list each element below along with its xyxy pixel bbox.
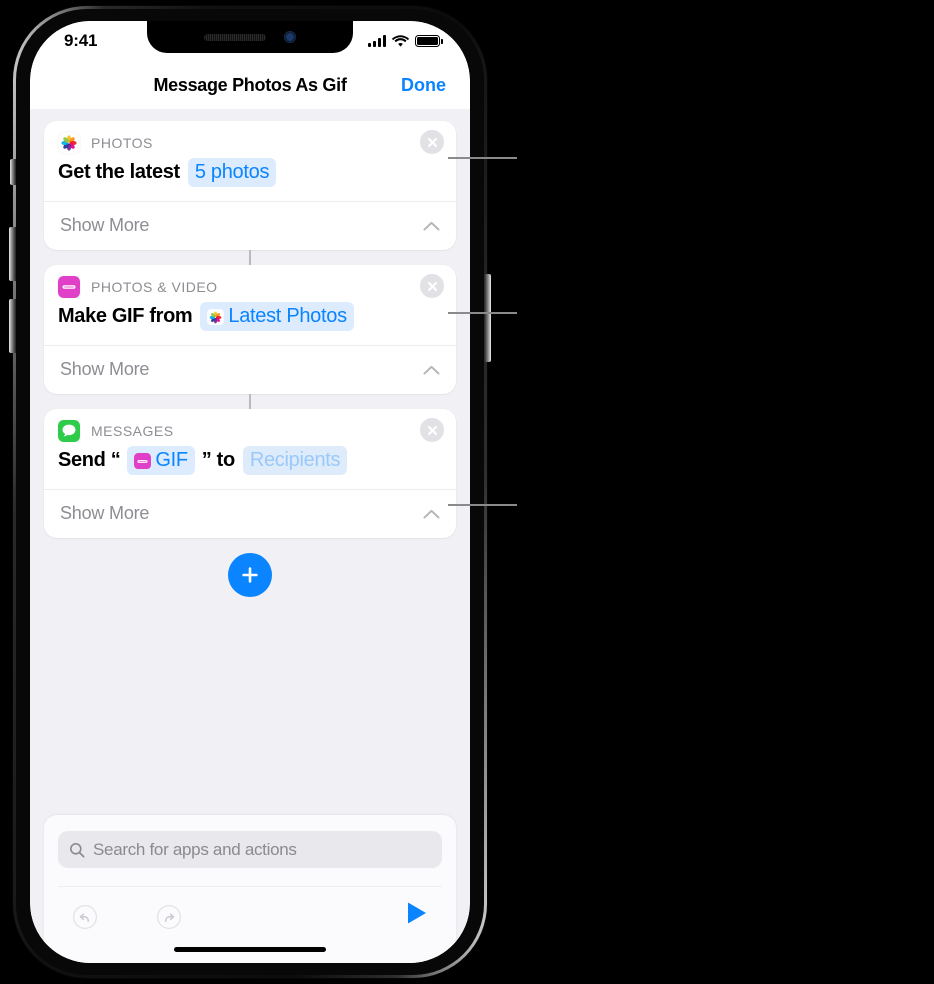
card-header: PHOTOS bbox=[44, 121, 456, 156]
parameter-label: Recipients bbox=[249, 449, 341, 471]
add-action-row bbox=[44, 553, 456, 597]
chevron-up-icon bbox=[423, 509, 440, 518]
action-category-label: MESSAGES bbox=[91, 423, 174, 439]
close-circle-icon[interactable] bbox=[420, 274, 444, 298]
redo-icon bbox=[156, 904, 182, 930]
statement-text: Make GIF from bbox=[58, 305, 193, 327]
photos-app-icon bbox=[58, 132, 80, 154]
close-circle-icon[interactable] bbox=[420, 418, 444, 442]
screenshot-stage: 9:41 Message Photos As Gif Done PHOTOS G… bbox=[0, 0, 934, 984]
action-statement: Get the latest 5 photos bbox=[44, 156, 456, 201]
parameter-pill-photo-count[interactable]: 5 photos bbox=[187, 158, 277, 187]
action-category-label: PHOTOS bbox=[91, 135, 153, 151]
parameter-label: 5 photos bbox=[194, 161, 270, 183]
wifi-icon bbox=[392, 34, 409, 47]
side-power-button[interactable] bbox=[484, 274, 491, 362]
front-camera-icon bbox=[284, 31, 296, 43]
volume-down-button[interactable] bbox=[9, 299, 16, 353]
parameter-label: Latest Photos bbox=[228, 305, 347, 327]
redo-button[interactable] bbox=[156, 904, 182, 935]
status-bar-time: 9:41 bbox=[64, 31, 98, 50]
card-connector-line bbox=[249, 250, 251, 265]
card-header: PHOTOS & VIDEO bbox=[44, 265, 456, 300]
shortcut-editor-content: PHOTOS Get the latest 5 photos Show More… bbox=[30, 109, 470, 963]
statement-text: Send “ bbox=[58, 449, 121, 471]
messages-app-icon bbox=[58, 420, 80, 442]
callout-line-messages bbox=[448, 504, 517, 506]
run-shortcut-button[interactable] bbox=[406, 901, 428, 930]
photos-video-app-icon bbox=[134, 452, 152, 469]
chevron-up-icon bbox=[423, 365, 440, 374]
callout-line-photos bbox=[448, 157, 517, 159]
callout-line-photos-video bbox=[448, 312, 517, 314]
home-indicator bbox=[174, 946, 326, 952]
action-card-photos-video[interactable]: PHOTOS & VIDEO Make GIF from Latest Phot… bbox=[44, 265, 456, 409]
search-input[interactable]: Search for apps and actions bbox=[58, 831, 442, 868]
action-card-messages[interactable]: MESSAGES Send “ GIF ” to Recipients Show… bbox=[44, 409, 456, 538]
plus-icon bbox=[242, 567, 258, 583]
undo-button[interactable] bbox=[72, 904, 98, 935]
editor-toolbar bbox=[58, 886, 442, 935]
statement-mid-text: ” to bbox=[201, 449, 235, 471]
show-more-toggle[interactable]: Show More bbox=[44, 202, 456, 250]
status-bar-indicators bbox=[368, 34, 443, 48]
parameter-pill-latest-photos[interactable]: Latest Photos bbox=[200, 302, 354, 331]
card-header: MESSAGES bbox=[44, 409, 456, 444]
play-icon bbox=[408, 902, 426, 924]
parameter-pill-gif[interactable]: GIF bbox=[127, 446, 195, 475]
parameter-pill-recipients[interactable]: Recipients bbox=[242, 446, 348, 475]
done-button[interactable]: Done bbox=[401, 75, 446, 96]
statement-text: Get the latest bbox=[58, 161, 180, 183]
navigation-bar: Message Photos As Gif Done bbox=[30, 61, 470, 109]
add-action-button[interactable] bbox=[228, 553, 272, 597]
action-card-photos[interactable]: PHOTOS Get the latest 5 photos Show More bbox=[44, 121, 456, 265]
chevron-up-icon bbox=[423, 221, 440, 230]
battery-full-icon bbox=[415, 35, 443, 47]
show-more-label: Show More bbox=[60, 359, 150, 379]
show-more-label: Show More bbox=[60, 503, 150, 523]
earpiece-speaker-icon bbox=[204, 33, 266, 41]
bottom-action-panel: Search for apps and actions bbox=[44, 815, 456, 963]
volume-up-button[interactable] bbox=[9, 227, 16, 281]
cellular-bars-icon bbox=[368, 35, 386, 47]
search-placeholder: Search for apps and actions bbox=[93, 839, 297, 859]
page-title: Message Photos As Gif bbox=[153, 74, 347, 95]
show-more-toggle[interactable]: Show More bbox=[44, 490, 456, 538]
card-connector-line bbox=[249, 394, 251, 409]
show-more-label: Show More bbox=[60, 215, 150, 235]
show-more-toggle[interactable]: Show More bbox=[44, 346, 456, 394]
iphone-device-frame: 9:41 Message Photos As Gif Done PHOTOS G… bbox=[9, 6, 491, 978]
search-icon bbox=[70, 842, 85, 857]
device-notch bbox=[147, 21, 353, 53]
undo-icon bbox=[72, 904, 98, 930]
action-statement: Send “ GIF ” to Recipients bbox=[44, 444, 456, 489]
photos-video-app-icon bbox=[58, 276, 80, 298]
close-circle-icon[interactable] bbox=[420, 130, 444, 154]
silent-switch[interactable] bbox=[10, 159, 16, 185]
parameter-label: GIF bbox=[155, 449, 188, 471]
action-statement: Make GIF from Latest Photos bbox=[44, 300, 456, 345]
photos-app-icon bbox=[207, 308, 225, 325]
iphone-screen: 9:41 Message Photos As Gif Done PHOTOS G… bbox=[30, 21, 470, 963]
action-category-label: PHOTOS & VIDEO bbox=[91, 279, 218, 295]
